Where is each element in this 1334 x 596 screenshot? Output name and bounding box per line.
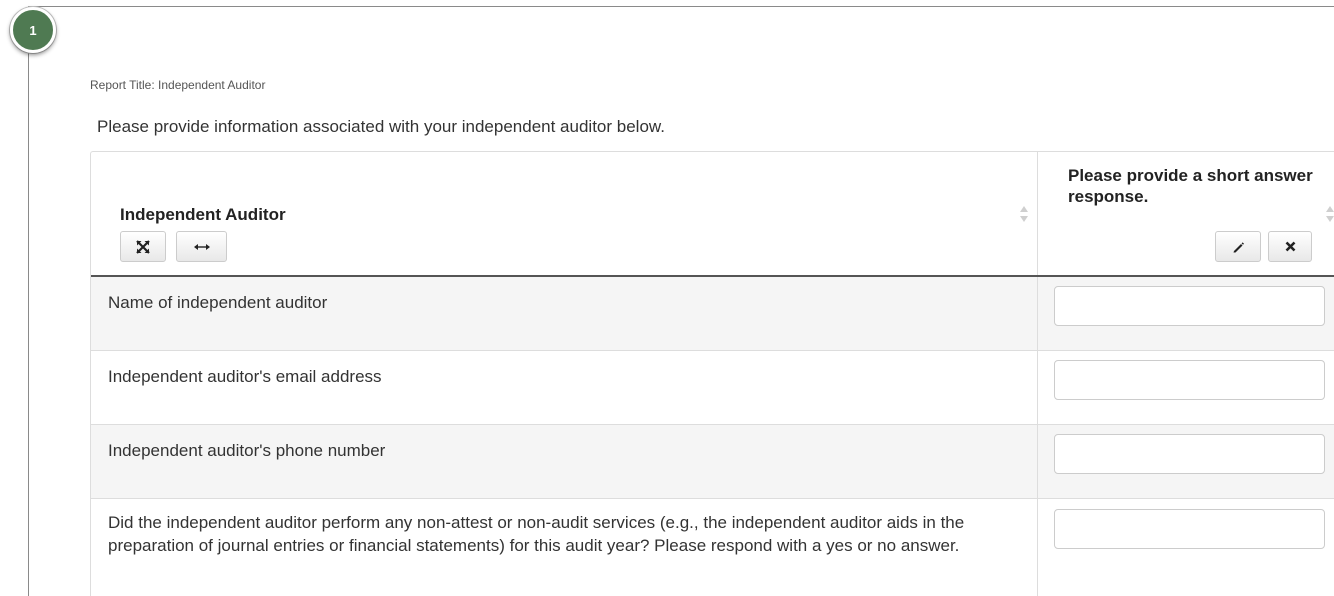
report-title: Report Title: Independent Auditor <box>90 78 266 92</box>
step-number: 1 <box>29 22 37 38</box>
question-text: Independent auditor's email address <box>108 367 382 386</box>
column-header-independent-auditor[interactable]: Independent Auditor <box>91 152 1038 275</box>
horizontal-resize-icon <box>193 243 210 250</box>
question-label: Name of independent auditor <box>91 277 1038 350</box>
table-header: Independent Auditor Please provide a sho… <box>91 152 1334 277</box>
question-text: Independent auditor's phone number <box>108 441 386 460</box>
answer-cell <box>1038 425 1334 498</box>
answer-cell <box>1038 277 1334 350</box>
auditor-name-input[interactable] <box>1054 286 1325 326</box>
question-label: Did the independent auditor perform any … <box>91 499 1038 596</box>
expand-arrows-icon <box>136 239 150 254</box>
answer-cell <box>1038 499 1334 596</box>
panel-left-border <box>28 6 29 596</box>
table-row: Independent auditor's email address <box>91 351 1334 425</box>
close-icon <box>1285 241 1295 252</box>
fit-width-button[interactable] <box>176 231 227 262</box>
sort-arrows-icon[interactable] <box>1019 205 1029 223</box>
intro-text: Please provide information associated wi… <box>97 117 665 136</box>
panel-top-border <box>28 6 1334 7</box>
question-label: Independent auditor's email address <box>91 351 1038 424</box>
sort-arrows-icon[interactable] <box>1325 205 1334 223</box>
edit-column-button[interactable] <box>1215 231 1261 262</box>
question-table: Independent Auditor Please provide a sho… <box>90 151 1334 596</box>
column-header-label: Please provide a short answer response. <box>1068 166 1313 206</box>
pencil-icon <box>1233 241 1244 252</box>
table-row: Did the independent auditor perform any … <box>91 499 1334 596</box>
column-header-label: Independent Auditor <box>120 205 286 224</box>
table-row: Independent auditor's phone number <box>91 425 1334 499</box>
question-text: Name of independent auditor <box>108 293 328 312</box>
clear-column-button[interactable] <box>1268 231 1312 262</box>
question-label: Independent auditor's phone number <box>91 425 1038 498</box>
auditor-email-input[interactable] <box>1054 360 1325 400</box>
table-row: Name of independent auditor <box>91 277 1334 351</box>
answer-cell <box>1038 351 1334 424</box>
expand-rows-button[interactable] <box>120 231 166 262</box>
auditor-phone-input[interactable] <box>1054 434 1325 474</box>
non-audit-services-input[interactable] <box>1054 509 1325 549</box>
step-number-badge: 1 <box>10 7 56 53</box>
question-text: Did the independent auditor perform any … <box>108 513 965 555</box>
column-header-short-answer[interactable]: Please provide a short answer response. <box>1038 152 1334 275</box>
page: 1 Report Title: Independent Auditor Plea… <box>0 0 1334 596</box>
